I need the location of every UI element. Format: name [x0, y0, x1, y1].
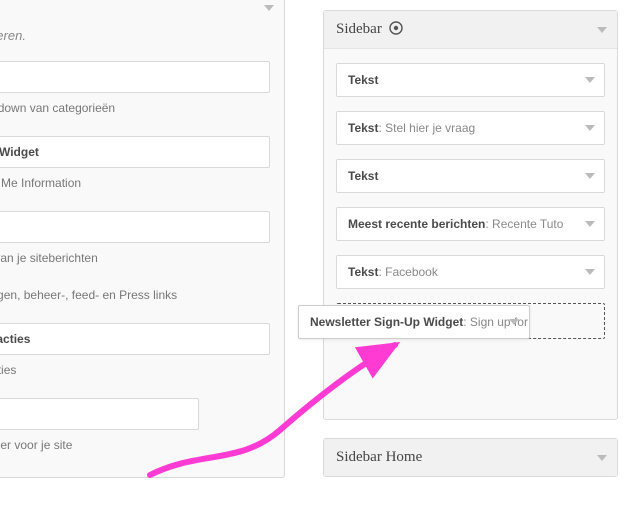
sidebar-area-panel: Sidebar Tekst Tekst: Stel hier je vraag …	[323, 10, 618, 420]
available-widget-card[interactable]: out Me Widget	[0, 136, 270, 168]
sidebar-home-panel: Sidebar Home	[323, 438, 618, 477]
available-widget-desc: oekformulier voor je site	[0, 437, 270, 453]
sidebar-home-header[interactable]: Sidebar Home	[324, 439, 617, 476]
sidebar-area-header[interactable]: Sidebar	[324, 11, 617, 49]
target-icon	[389, 21, 403, 38]
sidebar-widget[interactable]: Tekst: Facebook	[336, 255, 605, 289]
widget-title: Tekst	[348, 265, 378, 279]
widget-title: Tekst	[348, 169, 378, 183]
available-widget-card[interactable]: en	[0, 398, 199, 430]
sidebar-area-body: Tekst Tekst: Stel hier je vraag Tekst Me…	[324, 49, 617, 419]
available-widget-desc: kalender van je siteberichten	[0, 250, 270, 266]
sidebar-home-title: Sidebar Home	[336, 449, 422, 466]
available-widget-desc: jst of dropdown van categorieën	[0, 100, 270, 116]
available-widget-card[interactable]: gorieën	[0, 61, 270, 93]
chevron-down-icon[interactable]	[585, 269, 595, 275]
widget-subtitle: : Stel hier je vraag	[378, 121, 475, 135]
available-widget-card[interactable]: ente reacties	[0, 323, 270, 355]
sidebar-area-title: Sidebar	[336, 21, 382, 38]
sidebar-widget[interactable]: Tekst	[336, 159, 605, 193]
chevron-down-icon	[509, 319, 519, 325]
chevron-down-icon[interactable]	[585, 173, 595, 179]
sidebar-widget[interactable]: Tekst: Stel hier je vraag	[336, 111, 605, 145]
widget-title: Newsletter Sign-Up Widget	[310, 315, 463, 329]
chevron-down-icon[interactable]	[597, 455, 607, 461]
chevron-down-icon[interactable]	[264, 5, 274, 11]
sidebar-widget[interactable]: Meest recente berichten: Recente Tuto	[336, 207, 605, 241]
chevron-down-icon[interactable]	[585, 125, 595, 131]
widget-title: Tekst	[348, 73, 378, 87]
widget-title: Tekst	[348, 121, 378, 135]
widget-subtitle: : Recente Tuto	[485, 217, 563, 231]
chevron-down-icon[interactable]	[585, 221, 595, 227]
available-widget-card[interactable]: nder	[0, 211, 270, 243]
available-widget-desc: atste reacties	[0, 362, 270, 378]
available-widgets-panel: e verwijderen. gorieën jst of dropdown v…	[0, 0, 285, 478]
chevron-down-icon[interactable]	[585, 77, 595, 83]
available-widgets-hint: e verwijderen.	[0, 28, 270, 43]
sidebar-widget[interactable]: Tekst	[336, 63, 605, 97]
widget-title: Meest recente berichten	[348, 217, 485, 231]
available-widget-desc: ays About Me Information	[0, 175, 270, 191]
available-widget-desc: gen/uitloggen, beheer-, feed- en Press l…	[0, 287, 270, 303]
widget-subtitle: : Facebook	[378, 265, 437, 279]
chevron-down-icon[interactable]	[597, 27, 607, 33]
dragging-widget[interactable]: Newsletter Sign-Up Widget: Sign up for	[298, 305, 530, 339]
